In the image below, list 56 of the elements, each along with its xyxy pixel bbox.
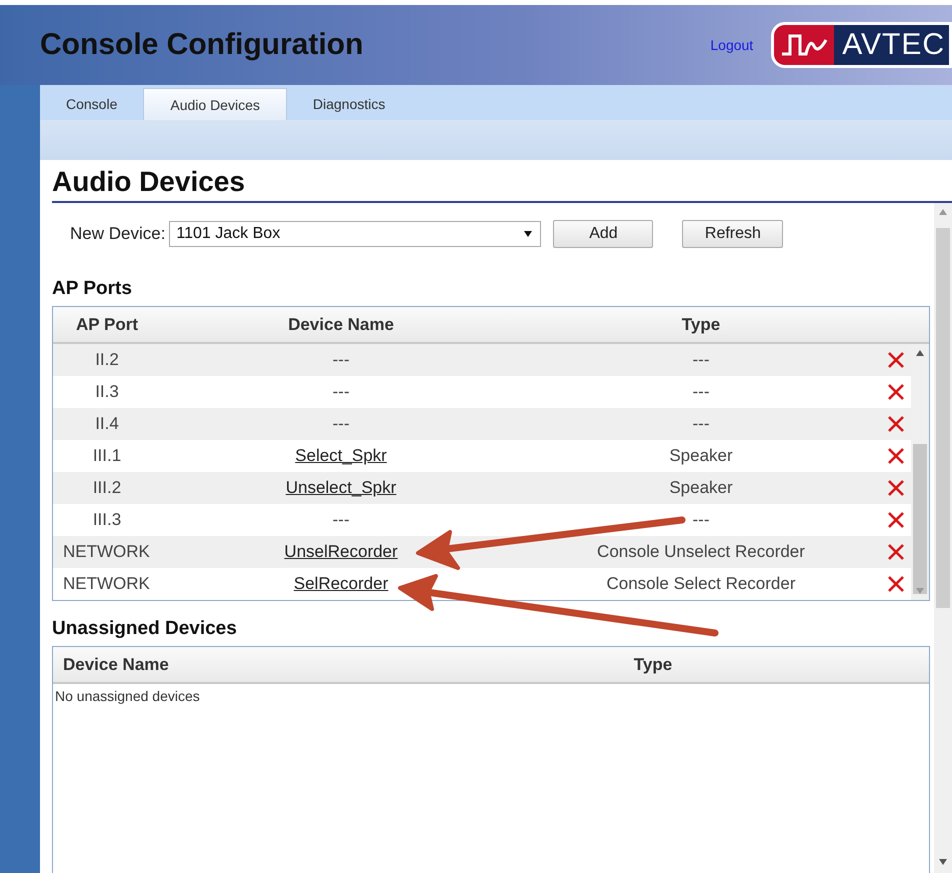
refresh-button[interactable]: Refresh xyxy=(682,220,784,248)
column-header: Type xyxy=(680,314,722,334)
logo: AVTEC xyxy=(771,22,952,68)
add-button[interactable]: Add xyxy=(553,220,654,248)
table-cell: III.1 xyxy=(92,446,122,466)
section-title: Unassigned Devices xyxy=(52,618,238,640)
scrollbar[interactable] xyxy=(911,344,929,600)
table-cell: --- xyxy=(332,510,350,530)
table-cell: --- xyxy=(332,414,350,434)
table-cell: --- xyxy=(332,350,350,370)
device-link[interactable]: UnselRecorder xyxy=(284,542,398,561)
device-link[interactable]: Select_Spkr xyxy=(295,446,387,465)
tab[interactable]: Diagnostics xyxy=(286,88,412,120)
page-title: Console Configuration xyxy=(40,28,364,62)
table-cell: Speaker xyxy=(669,478,733,498)
table-cell: Console Select Recorder xyxy=(606,574,796,594)
table-cell: --- xyxy=(692,510,710,530)
table-cell: II.3 xyxy=(95,382,119,402)
wave-icon xyxy=(780,32,828,58)
field-label: New Device: xyxy=(70,224,166,244)
device-link[interactable]: SelRecorder xyxy=(294,574,388,593)
caret-icon xyxy=(524,231,532,237)
scroll-down-icon[interactable] xyxy=(939,859,947,865)
table-cell: --- xyxy=(332,382,350,402)
table-cell: III.3 xyxy=(92,510,122,530)
section-heading: Audio Devices xyxy=(51,165,246,199)
table-cell: II.4 xyxy=(95,414,119,434)
delete-icon[interactable] xyxy=(887,351,905,369)
table-cell: NETWORK xyxy=(63,542,150,562)
table-cell: --- xyxy=(692,382,710,402)
table-cell: II.2 xyxy=(95,350,119,370)
column-header: Type xyxy=(632,654,674,674)
delete-icon[interactable] xyxy=(887,479,905,497)
device-link[interactable]: Unselect_Spkr xyxy=(286,478,396,497)
table-cell: Console Unselect Recorder xyxy=(597,542,805,562)
empty-message: No unassigned devices xyxy=(54,687,201,706)
table-cell: --- xyxy=(692,350,710,370)
delete-icon[interactable] xyxy=(887,575,905,593)
column-header: Device Name xyxy=(62,654,170,674)
table-cell: --- xyxy=(692,414,710,434)
tab[interactable]: Console xyxy=(40,88,144,120)
scroll-up-icon[interactable] xyxy=(916,350,924,356)
table-cell: III.2 xyxy=(92,478,122,498)
section-title: AP Ports xyxy=(52,278,133,300)
tab[interactable]: Audio Devices xyxy=(143,88,287,120)
delete-icon[interactable] xyxy=(887,511,905,529)
device-dropdown[interactable]: 1101 Jack Box xyxy=(169,221,542,247)
table-cell: NETWORK xyxy=(63,574,150,594)
delete-icon[interactable] xyxy=(887,447,905,465)
column-header: AP Port xyxy=(74,314,140,334)
table-cell: Speaker xyxy=(669,446,733,466)
delete-icon[interactable] xyxy=(887,383,905,401)
delete-icon[interactable] xyxy=(887,543,905,561)
delete-icon[interactable] xyxy=(887,415,905,433)
scrollbar[interactable] xyxy=(934,203,952,873)
column-header: Device Name xyxy=(287,314,395,334)
